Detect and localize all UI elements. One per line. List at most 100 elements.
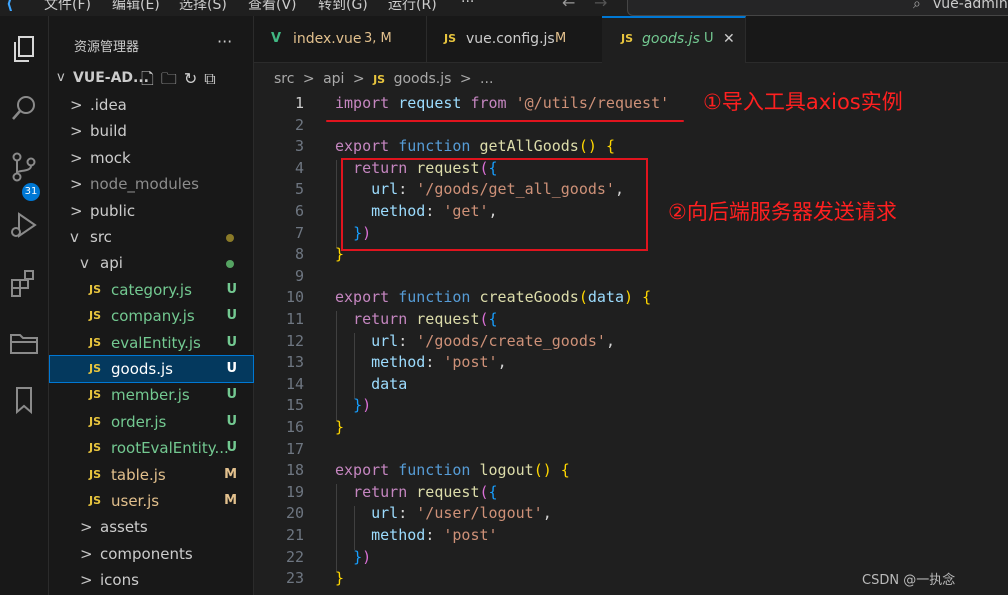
js-file-icon: JS [89, 414, 102, 428]
code-line: import request from '@/utils/request' [335, 94, 670, 112]
tree-item-label: node_modules [90, 175, 199, 194]
tree-item-label: .idea [90, 96, 127, 114]
tree-file[interactable]: JS member.js U [50, 382, 253, 408]
tree-file[interactable]: JS category.js U [50, 277, 253, 303]
line-number: 13 [285, 353, 304, 372]
folder-icon[interactable] [7, 326, 41, 360]
tree-folder[interactable]: > build [50, 118, 253, 144]
tab-index-vue[interactable]: V index.vue 3, M [254, 16, 427, 62]
breadcrumb-symbol[interactable]: ... [480, 71, 493, 87]
tree-item-label: public [90, 201, 136, 220]
chevron-down-icon: v [80, 254, 89, 273]
js-file-icon: JS [89, 494, 102, 507]
line-number: 21 [285, 526, 304, 544]
tree-item-label: icons [100, 571, 139, 590]
menu-view[interactable]: 查看(V) [248, 0, 297, 14]
tree-folder[interactable]: > mock [50, 145, 253, 171]
extensions-icon[interactable] [7, 267, 41, 301]
tree-item-label: table.js [111, 465, 166, 484]
activity-bar: 31 [0, 16, 49, 595]
tab-label: vue.config.js [466, 31, 555, 47]
git-status-badge: U [226, 387, 237, 403]
code-line: method: 'post', [371, 353, 507, 372]
tree-file[interactable]: JS goods.js U [49, 355, 254, 383]
line-number: 22 [285, 547, 304, 566]
chevron-right-icon: > [70, 122, 83, 141]
new-file-icon[interactable]: 🗋 [141, 69, 161, 88]
chevron-right-icon: > [80, 571, 93, 590]
tree-folder[interactable]: > public [50, 198, 253, 224]
line-number: 7 [294, 223, 304, 242]
line-number: 4 [294, 158, 304, 177]
editor-tabs: V index.vue 3, M JS vue.config.js M JS g… [254, 16, 1008, 63]
tree-item-label: order.js [111, 412, 167, 431]
code-line: data [371, 374, 408, 393]
code-line: } [335, 569, 345, 588]
tree-folder[interactable]: > assets [50, 514, 253, 540]
annotation-note-2: ②向后端服务器发送请求 [668, 200, 897, 224]
command-center-search[interactable]: ⌕ vue-admin- [627, 0, 1008, 16]
chevron-right-icon: > [70, 175, 83, 194]
tree-file[interactable]: JS order.js U [50, 409, 253, 435]
close-icon[interactable]: ✕ [723, 16, 735, 62]
tree-item-label: api [100, 254, 123, 273]
menu-selection[interactable]: 选择(S) [179, 0, 227, 14]
code-line: }) [353, 547, 372, 566]
tree-folder[interactable]: v src [50, 224, 253, 250]
explorer-title: 资源管理器 [74, 40, 140, 55]
tree-item-label: company.js [111, 307, 195, 326]
git-status-badge: U [226, 361, 237, 376]
js-file-icon: JS [89, 309, 102, 323]
breadcrumb-src[interactable]: src [274, 71, 294, 87]
chevron-down-icon[interactable]: v [57, 70, 65, 85]
refresh-icon[interactable]: ↻ [184, 69, 204, 88]
more-actions-button[interactable]: ··· [217, 32, 232, 51]
chevron-right-icon: > [70, 201, 83, 220]
back-arrow-icon[interactable]: ← [562, 0, 575, 12]
git-status-badge: M [224, 493, 237, 508]
tab-vue-config[interactable]: JS vue.config.js M [426, 16, 603, 62]
git-status-badge: U [226, 308, 237, 324]
annotation-note-1: ①导入工具axios实例 [703, 90, 903, 114]
chevron-right-icon: > [459, 71, 472, 87]
code-line: export function createGoods(data) { [335, 288, 652, 307]
tree-file[interactable]: JS rootEvalEntity... U [50, 435, 253, 461]
tree-folder[interactable]: > components [50, 541, 253, 567]
git-status-badge: U [226, 334, 237, 350]
tree-item-label: mock [90, 148, 131, 167]
tree-file[interactable]: JS table.js M [50, 462, 253, 488]
search-icon[interactable] [7, 91, 41, 125]
tree-folder[interactable]: > node_modules [50, 171, 253, 197]
chevron-right-icon: > [302, 71, 315, 87]
menu-edit[interactable]: 编辑(E) [112, 0, 160, 14]
breadcrumb-file[interactable]: goods.js [394, 71, 452, 87]
tree-item-label: goods.js [111, 360, 173, 378]
code-line: } [335, 418, 345, 436]
tree-folder[interactable]: > icons [50, 567, 253, 593]
menu-more[interactable]: ··· [461, 0, 474, 10]
collapse-all-icon[interactable]: ⧉ [204, 69, 222, 88]
breadcrumb-api[interactable]: api [323, 71, 344, 87]
bookmark-icon[interactable] [7, 383, 41, 417]
tree-file[interactable]: JS evalEntity.js U [50, 330, 253, 356]
menu-go[interactable]: 转到(G) [318, 0, 368, 14]
code-line: }) [353, 396, 372, 415]
forward-arrow-icon[interactable]: → [594, 0, 607, 12]
line-number: 23 [285, 569, 304, 588]
git-status-dot [226, 234, 234, 242]
explorer-icon[interactable] [7, 32, 41, 66]
tree-item-label: evalEntity.js [111, 333, 201, 352]
tab-goods-js[interactable]: JS goods.js U ✕ [602, 16, 746, 63]
menu-run[interactable]: 运行(R) [388, 0, 437, 14]
git-status-badge: U [226, 440, 237, 456]
workspace-root[interactable]: VUE-AD... [73, 70, 149, 86]
source-control-icon[interactable] [7, 150, 41, 184]
explorer-actions: 🗋🗀↻⧉ [141, 68, 223, 95]
tree-folder[interactable]: > .idea [50, 92, 253, 118]
menu-file[interactable]: 文件(F) [44, 0, 91, 14]
tree-folder[interactable]: v api [50, 250, 253, 276]
new-folder-icon[interactable]: 🗀 [161, 69, 184, 88]
run-debug-icon[interactable] [7, 208, 41, 242]
tree-file[interactable]: JS user.js M [50, 488, 253, 514]
tree-file[interactable]: JS company.js U [50, 303, 253, 329]
